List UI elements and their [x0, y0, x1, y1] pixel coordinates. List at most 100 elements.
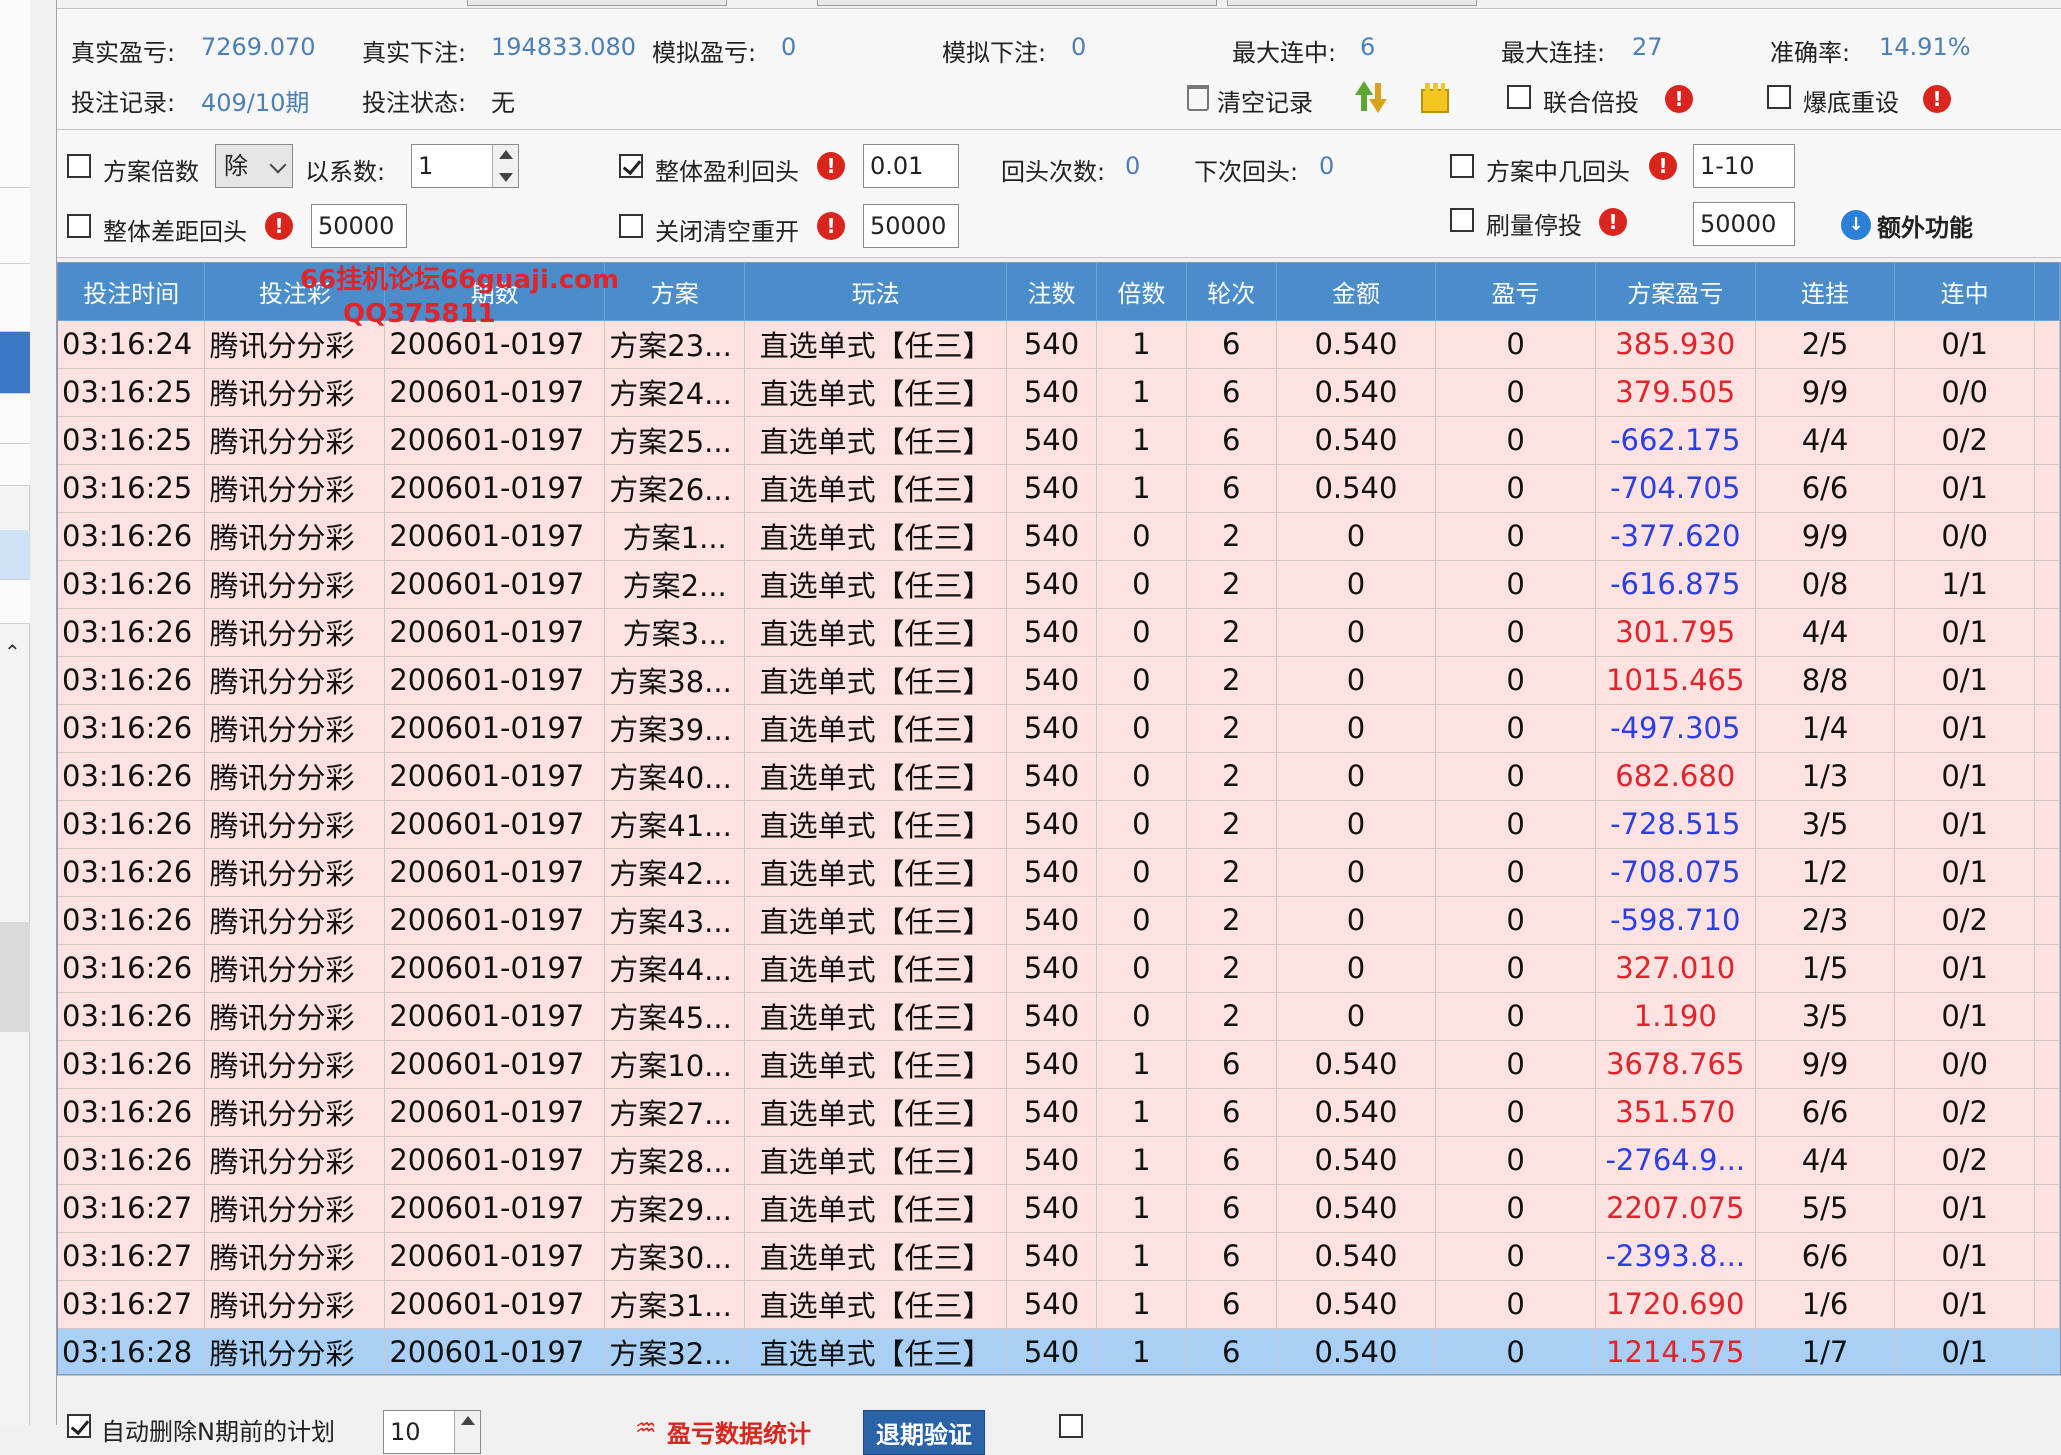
- table-row[interactable]: 03:16:28 腾讯分分彩 200601-0197 方案32... 直选单式【任三】 5…: [58, 1328, 2060, 1374]
- max-lose-value: 27: [1632, 33, 1663, 61]
- cell-lose-streak: 8/8: [1755, 656, 1896, 705]
- table-row[interactable]: 03:16:25 腾讯分分彩 200601-0197 方案26... 直选单式【任三】 5…: [58, 464, 2060, 513]
- castle-icon[interactable]: [1421, 83, 1449, 113]
- overall-profit-return-input[interactable]: 0.01: [863, 144, 959, 188]
- cell-play-method: 直选单式【任三】: [744, 1088, 1008, 1137]
- cell-profit: 0: [1435, 1040, 1596, 1089]
- left-strip-segment[interactable]: [0, 188, 30, 264]
- column-header-amount[interactable]: 金额: [1276, 263, 1437, 321]
- verify-button[interactable]: 退期验证: [863, 1410, 985, 1455]
- column-header-profit[interactable]: 盈亏: [1435, 263, 1596, 321]
- coef-stepper[interactable]: 1: [411, 144, 519, 188]
- warning-icon[interactable]: !: [1649, 152, 1677, 180]
- table-row[interactable]: 03:16:26 腾讯分分彩 200601-0197 方案1... 直选单式【任三】 54…: [58, 512, 2060, 561]
- warning-icon[interactable]: !: [1665, 85, 1693, 113]
- cell-bet-count: 540: [1006, 464, 1097, 513]
- warning-icon[interactable]: !: [1923, 85, 1951, 113]
- table-row[interactable]: 03:16:26 腾讯分分彩 200601-0197 方案27... 直选单式【任三】 5…: [58, 1088, 2060, 1137]
- column-header-bet-time[interactable]: 投注时间: [58, 263, 206, 321]
- cell-play-method: 直选单式【任三】: [744, 1328, 1008, 1374]
- auto-delete-stepper[interactable]: 10: [383, 1410, 481, 1454]
- column-header-round[interactable]: 轮次: [1186, 263, 1277, 321]
- warning-icon[interactable]: !: [817, 152, 845, 180]
- volume-stop-input[interactable]: 50000: [1693, 202, 1795, 246]
- auto-delete-checkbox[interactable]: [67, 1414, 91, 1438]
- column-header-bet-count[interactable]: 注数: [1006, 263, 1097, 321]
- warning-icon[interactable]: !: [265, 212, 293, 240]
- scroll-up-icon[interactable]: ⌃: [4, 640, 21, 664]
- overall-gap-return-input[interactable]: 50000: [311, 204, 407, 248]
- overall-gap-return-checkbox[interactable]: [67, 214, 91, 238]
- column-header-win-streak[interactable]: 连中: [1894, 263, 2035, 321]
- extra-functions-button[interactable]: 额外功能: [1877, 208, 1973, 243]
- close-clear-restart-input[interactable]: 50000: [863, 204, 959, 248]
- left-strip-selected-item[interactable]: [0, 332, 30, 394]
- warning-icon[interactable]: !: [817, 212, 845, 240]
- column-header-multiple[interactable]: 倍数: [1096, 263, 1187, 321]
- plan-win-return-input[interactable]: 1-10: [1693, 144, 1795, 188]
- joint-multiple-checkbox[interactable]: [1507, 85, 1531, 109]
- stepper-up-icon[interactable]: [499, 150, 513, 159]
- column-header-plan-profit[interactable]: 方案盈亏: [1595, 263, 1756, 321]
- cell-plan-profit: -497.305: [1595, 704, 1756, 753]
- left-strip-segment[interactable]: [0, 0, 30, 188]
- plan-win-return-checkbox[interactable]: [1450, 154, 1474, 178]
- table-row[interactable]: 03:16:26 腾讯分分彩 200601-0197 方案38... 直选单式【任三】 5…: [58, 656, 2060, 705]
- left-strip-segment[interactable]: [0, 580, 30, 624]
- volume-stop-checkbox[interactable]: [1450, 208, 1474, 232]
- trash-icon[interactable]: [1187, 85, 1209, 111]
- table-row[interactable]: 03:16:26 腾讯分分彩 200601-0197 方案43... 直选单式【任三】 5…: [58, 896, 2060, 945]
- table-row[interactable]: 03:16:26 腾讯分分彩 200601-0197 方案41... 直选单式【任三】 5…: [58, 800, 2060, 849]
- top-tab[interactable]: [467, 0, 727, 6]
- bottom-checkbox[interactable]: [1059, 1414, 1083, 1438]
- table-row[interactable]: 03:16:26 腾讯分分彩 200601-0197 方案44... 直选单式【任三】 5…: [58, 944, 2060, 993]
- cell-multiple: 0: [1096, 656, 1187, 705]
- stepper-up-icon[interactable]: [461, 1416, 475, 1425]
- table-row[interactable]: 03:16:26 腾讯分分彩 200601-0197 方案40... 直选单式【任三】 5…: [58, 752, 2060, 801]
- column-header-lose-streak[interactable]: 连挂: [1755, 263, 1896, 321]
- clear-records-button[interactable]: 清空记录: [1217, 83, 1313, 118]
- top-tab[interactable]: [1227, 0, 1477, 6]
- cell-issue: 200601-0197: [384, 368, 606, 417]
- column-header-play-method[interactable]: 玩法: [744, 263, 1008, 321]
- cell-plan-profit: 2207.075: [1595, 1184, 1756, 1233]
- table-row[interactable]: 03:16:26 腾讯分分彩 200601-0197 方案39... 直选单式【任三】 5…: [58, 704, 2060, 753]
- sort-arrows-icon[interactable]: [1353, 81, 1387, 113]
- table-row[interactable]: 03:16:25 腾讯分分彩 200601-0197 方案24... 直选单式【任三】 5…: [58, 368, 2060, 417]
- table-row[interactable]: 03:16:26 腾讯分分彩 200601-0197 方案28... 直选单式【任三】 5…: [58, 1136, 2060, 1185]
- cell-profit: 0: [1435, 512, 1596, 561]
- left-strip-highlight-item[interactable]: [0, 530, 30, 580]
- table-row[interactable]: 03:16:25 腾讯分分彩 200601-0197 方案25... 直选单式【任三】 5…: [58, 416, 2060, 465]
- table-row[interactable]: 03:16:26 腾讯分分彩 200601-0197 方案10... 直选单式【任三】 5…: [58, 1040, 2060, 1089]
- table-row[interactable]: 03:16:27 腾讯分分彩 200601-0197 方案30... 直选单式【任三】 5…: [58, 1232, 2060, 1281]
- cell-plan-profit: -728.515: [1595, 800, 1756, 849]
- table-row[interactable]: 03:16:26 腾讯分分彩 200601-0197 方案2... 直选单式【任三】 54…: [58, 560, 2060, 609]
- plan-multiple-checkbox[interactable]: [67, 154, 91, 178]
- column-header-plan[interactable]: 方案: [604, 263, 746, 321]
- left-strip-segment[interactable]: [0, 394, 30, 444]
- left-strip-segment[interactable]: [0, 444, 30, 486]
- left-strip-segment[interactable]: [0, 264, 30, 332]
- table-row[interactable]: 03:16:26 腾讯分分彩 200601-0197 方案3... 直选单式【任三】 54…: [58, 608, 2060, 657]
- stepper-buttons[interactable]: [492, 145, 518, 187]
- stats-button[interactable]: 盈亏数据统计: [667, 1414, 811, 1449]
- stepper-buttons[interactable]: [454, 1411, 480, 1453]
- stepper-down-icon[interactable]: [499, 173, 513, 182]
- divide-select[interactable]: 除: [215, 144, 293, 188]
- warning-icon[interactable]: !: [1599, 208, 1627, 236]
- divide-select-value: 除: [224, 152, 248, 180]
- top-tab[interactable]: [817, 0, 1217, 6]
- table-row[interactable]: 03:16:26 腾讯分分彩 200601-0197 方案42... 直选单式【任三】 5…: [58, 848, 2060, 897]
- cell-plan-profit: -662.175: [1595, 416, 1756, 465]
- table-row[interactable]: 03:16:27 腾讯分分彩 200601-0197 方案29... 直选单式【任三】 5…: [58, 1184, 2060, 1233]
- table-row[interactable]: 03:16:27 腾讯分分彩 200601-0197 方案31... 直选单式【任三】 5…: [58, 1280, 2060, 1329]
- left-strip-scrollbar-thumb[interactable]: [0, 922, 30, 1032]
- table-row[interactable]: 03:16:26 腾讯分分彩 200601-0197 方案45... 直选单式【任三】 5…: [58, 992, 2060, 1041]
- splitter[interactable]: [30, 0, 57, 1425]
- close-clear-restart-checkbox[interactable]: [619, 214, 643, 238]
- arrow-down-circle-icon[interactable]: ↓: [1841, 210, 1871, 240]
- overall-profit-return-checkbox[interactable]: [619, 154, 643, 178]
- cell-profit: 0: [1435, 848, 1596, 897]
- cell-profit: 0: [1435, 368, 1596, 417]
- bust-reset-checkbox[interactable]: [1767, 85, 1791, 109]
